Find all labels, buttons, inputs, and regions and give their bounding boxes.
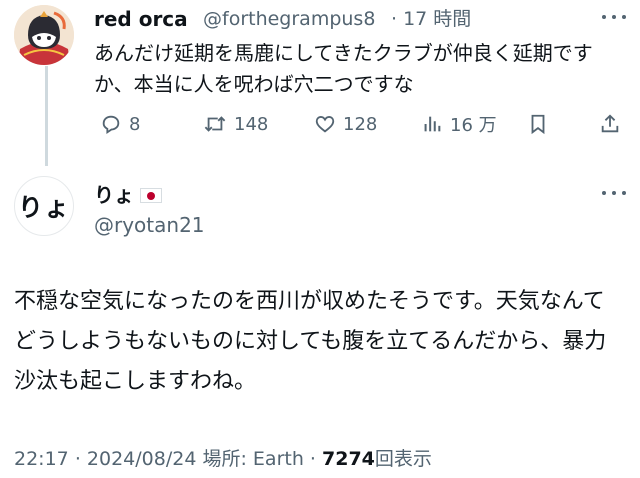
location-label: 場所:: [202, 448, 247, 470]
views-button[interactable]: 16 万: [421, 110, 497, 138]
parent-more-button[interactable]: [600, 12, 628, 22]
parent-handle-text: @forthegrampus8: [203, 8, 376, 30]
bookmark-button[interactable]: [527, 110, 549, 138]
like-count: 128: [343, 113, 378, 135]
repost-count: 148: [234, 113, 269, 135]
parent-tweet-text: あんだけ延期を馬鹿にしてきたクラブが仲良く延期ですか、本当に人を呪わば穴二つです…: [94, 41, 593, 96]
avatar-image: [14, 5, 74, 65]
avatar-text: りょ: [17, 193, 70, 222]
tweet-date[interactable]: 2024/08/24: [87, 448, 197, 470]
main-tweet-text: 不穏な空気になったのを西川が収めたそうです。天気なんてどうしようもないものに対し…: [14, 289, 607, 394]
japan-flag-icon: [140, 187, 162, 203]
reply-button[interactable]: 8: [100, 110, 140, 138]
tweet-time[interactable]: 22:17: [14, 448, 69, 470]
parent-display-name[interactable]: red orca: [94, 6, 188, 32]
parent-action-bar: 8 148 128 16 万: [0, 110, 640, 138]
separator-dot: ·: [309, 448, 316, 470]
view-count: 16 万: [450, 115, 497, 136]
view-count-value: 7274: [322, 448, 375, 470]
repost-icon: [204, 116, 226, 132]
view-count-label: 回表示: [374, 448, 432, 470]
main-more-button[interactable]: [600, 188, 628, 198]
views-icon: [424, 116, 441, 132]
bookmark-icon: [531, 114, 545, 135]
parent-handle[interactable]: @forthegrampus8: [203, 6, 375, 32]
parent-time-text: 17 時間: [403, 8, 472, 30]
like-icon: [315, 116, 335, 133]
main-handle[interactable]: @ryotan21: [94, 212, 205, 238]
reply-icon: [102, 115, 120, 134]
separator-dot: ·: [391, 8, 398, 30]
like-button[interactable]: 128: [314, 110, 377, 138]
tweet-meta: 22:17 · 2024/08/24 場所: Earth · 7274回表示: [14, 446, 432, 472]
avatar[interactable]: [14, 5, 74, 65]
main-display-name[interactable]: りょ: [94, 182, 162, 208]
separator-dot: ·: [74, 448, 81, 470]
share-button[interactable]: [599, 110, 621, 138]
avatar[interactable]: りょ: [14, 176, 74, 236]
repost-button[interactable]: 148: [203, 110, 268, 138]
parent-timestamp[interactable]: · 17 時間: [391, 6, 471, 32]
location-value: Earth: [252, 448, 304, 470]
share-icon: [601, 114, 619, 133]
main-display-name-text: りょ: [94, 183, 134, 207]
reply-count: 8: [129, 113, 141, 135]
